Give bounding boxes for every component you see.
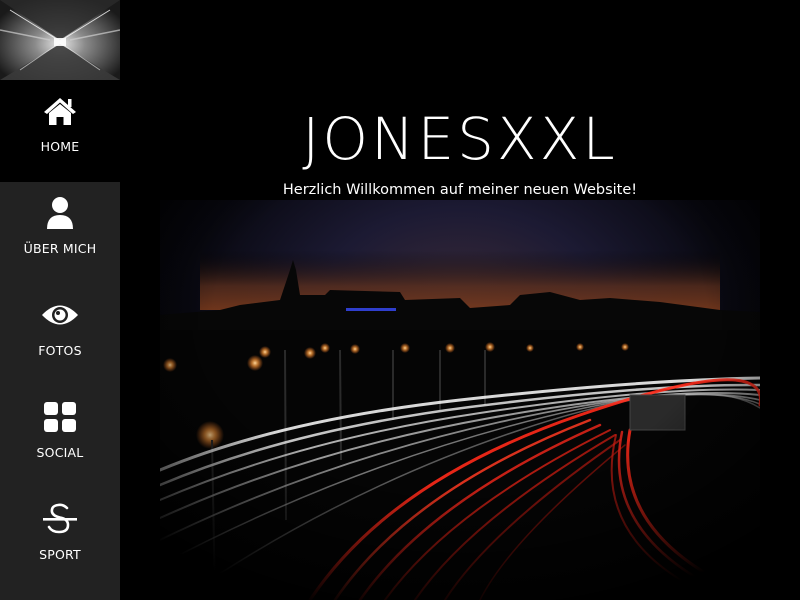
sidebar: HOME ÜBER MICH FOTOS SOCIAL SPORT [0, 0, 120, 600]
nav-label: FOTOS [38, 343, 82, 358]
grid-icon [40, 399, 80, 435]
nav-item-social[interactable]: SOCIAL [0, 386, 120, 488]
page: HOME ÜBER MICH FOTOS SOCIAL SPORT JONESX… [0, 0, 800, 600]
nav-label: HOME [40, 139, 80, 154]
nav-item-sport[interactable]: SPORT [0, 488, 120, 590]
nav-item-fotos[interactable]: FOTOS [0, 284, 120, 386]
nav-label: ÜBER MICH [23, 241, 97, 256]
nav-label: SOCIAL [36, 445, 84, 460]
nav-item-home[interactable]: HOME [0, 80, 120, 182]
eye-icon [40, 297, 80, 333]
user-icon [40, 195, 80, 231]
nav-item-ueber-mich[interactable]: ÜBER MICH [0, 182, 120, 284]
strike-s-icon [40, 501, 80, 537]
logo-image[interactable] [0, 0, 120, 80]
nav-label: SPORT [39, 547, 81, 562]
site-title: JONESXXL [302, 104, 618, 173]
home-icon [40, 93, 80, 129]
main-content: JONESXXL Herzlich Willkommen auf meiner … [120, 0, 800, 600]
welcome-text: Herzlich Willkommen auf meiner neuen Web… [282, 181, 638, 198]
hero-image [160, 200, 760, 600]
